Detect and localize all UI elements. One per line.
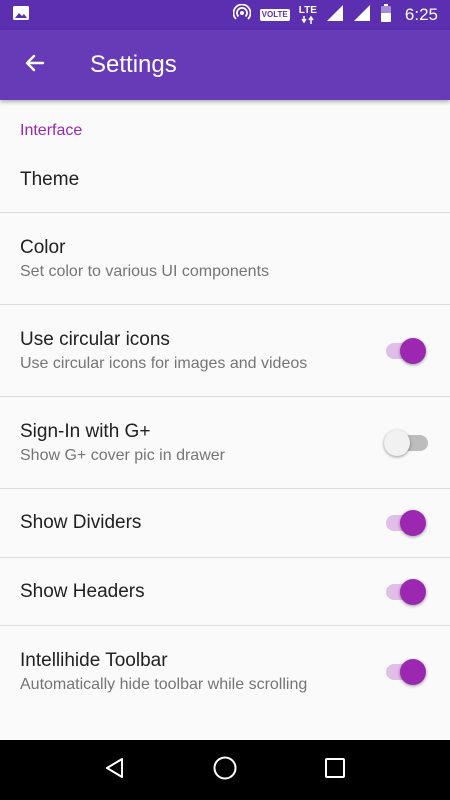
pref-summary: Use circular icons for images and videos: [20, 354, 308, 372]
pref-circular-icons[interactable]: Use circular icons Use circular icons fo…: [0, 305, 450, 397]
signal-icon: [353, 4, 371, 27]
image-icon: [12, 5, 30, 26]
pref-show-headers[interactable]: Show Headers: [0, 558, 450, 626]
app-bar: Settings: [0, 30, 450, 100]
pref-summary: Set color to various UI components: [20, 262, 270, 280]
nav-back-button[interactable]: [85, 740, 145, 800]
pref-title: Color: [20, 236, 66, 258]
lte-label: LTE: [298, 5, 317, 16]
pref-sign-in-gplus[interactable]: Sign-In with G+ Show G+ cover pic in dra…: [0, 397, 450, 489]
nav-home-button[interactable]: [195, 740, 255, 800]
arrow-back-icon: [23, 51, 47, 80]
pref-intellihide-toolbar[interactable]: Intellihide Toolbar Automatically hide t…: [0, 626, 450, 718]
status-time: 6:25: [404, 5, 438, 24]
battery-icon: [380, 3, 392, 27]
home-circle-icon: [212, 755, 238, 786]
pref-title: Use circular icons: [20, 328, 170, 350]
pref-summary: Show G+ cover pic in drawer: [20, 446, 225, 464]
pref-title: Sign-In with G+: [20, 420, 151, 442]
pref-color[interactable]: Color Set color to various UI components: [0, 213, 450, 305]
circular-icons-toggle[interactable]: [384, 337, 430, 365]
pref-title: Show Dividers: [20, 512, 142, 533]
show-headers-toggle[interactable]: [384, 578, 430, 606]
recents-square-icon: [324, 757, 346, 784]
signal-icon: [326, 4, 344, 27]
pref-title: Show Headers: [20, 580, 145, 602]
pref-summary: Automatically hide toolbar while scrolli…: [20, 676, 308, 693]
section-header-interface: Interface: [20, 122, 83, 139]
intellihide-toolbar-toggle[interactable]: [384, 658, 430, 686]
show-dividers-toggle[interactable]: [384, 509, 430, 537]
sign-in-gplus-toggle[interactable]: [384, 429, 430, 457]
lte-icon: LTE: [299, 6, 317, 24]
pref-show-dividers[interactable]: Show Dividers: [0, 489, 450, 558]
nav-recents-button[interactable]: [305, 740, 365, 800]
navigation-bar: [0, 740, 450, 800]
page-title: Settings: [90, 51, 177, 78]
settings-list: Interface Theme Color Set color to vario…: [0, 100, 450, 740]
back-triangle-icon: [103, 756, 127, 785]
pref-theme[interactable]: Theme: [0, 148, 450, 213]
pref-title: Intellihide Toolbar: [20, 650, 168, 671]
volte-icon: VOLTE: [259, 9, 290, 21]
status-bar: VOLTE LTE 6:25: [0, 0, 450, 30]
hotspot-icon: [232, 3, 252, 27]
pref-title: Theme: [20, 169, 80, 190]
back-button[interactable]: [0, 30, 70, 100]
